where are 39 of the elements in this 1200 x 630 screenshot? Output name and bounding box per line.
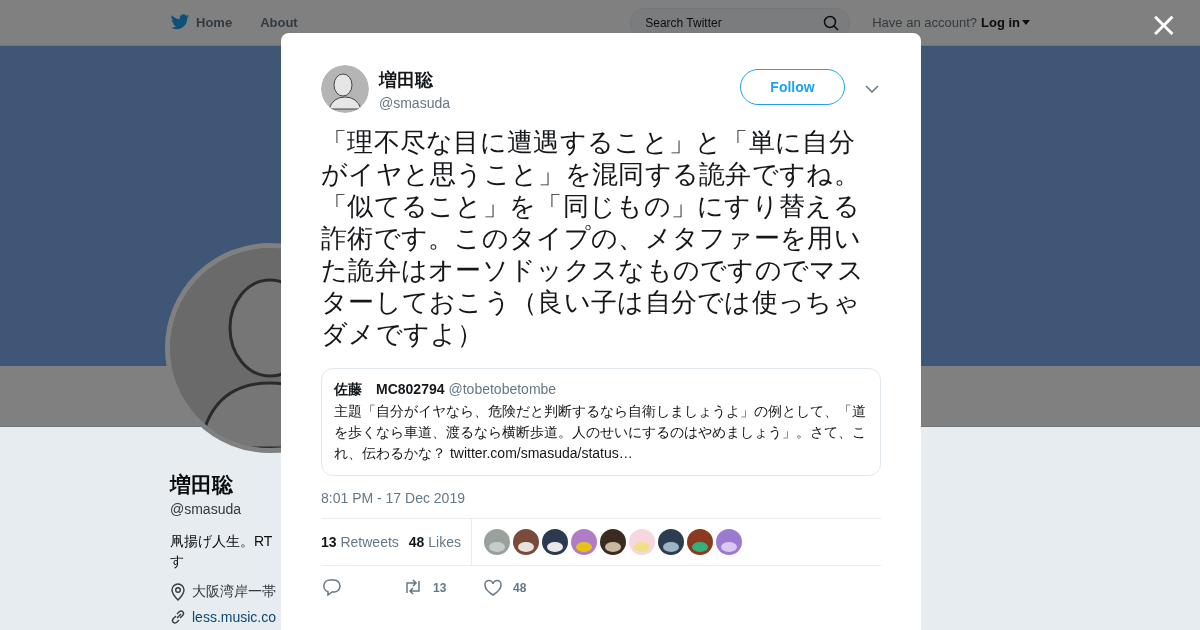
profile-bio: 凧揚げ人生。RT: [170, 532, 273, 551]
nav-link[interactable]: About: [260, 15, 298, 30]
heart-icon: [483, 578, 503, 597]
avatar[interactable]: [321, 65, 369, 113]
location-pin-icon: [170, 583, 186, 601]
avatar[interactable]: [600, 529, 626, 555]
nav-link[interactable]: Home: [170, 14, 233, 31]
quoted-tweet[interactable]: 佐藤 MC802794 @tobetobetombe 主題「自分がイヤなら、危険だと判断するなら自衛しましょうよ」の例として、「道を歩くなら車道、渡るなら横断歩道。人のせいにするのはやめましょう」。さて、これ、伝わるかな？ twitter.com/smasuda/status…: [321, 368, 881, 476]
author-handle[interactable]: @smasuda: [379, 94, 451, 111]
author-name[interactable]: 増田聡: [379, 67, 433, 92]
link-icon: [170, 609, 186, 625]
profile-handle: @smasuda: [170, 501, 242, 517]
follow-button[interactable]: Follow: [740, 69, 845, 105]
tweet-timestamp: 8:01 PM - 17 Dec 2019: [321, 490, 466, 506]
stat-link[interactable]: 48 Likes: [408, 534, 461, 550]
like-button[interactable]: 48: [483, 578, 563, 597]
profile-name: 増田聡: [170, 472, 233, 498]
account-prompt: Have an account?: [872, 15, 977, 30]
profile-bio: す: [170, 552, 185, 571]
avatar[interactable]: [513, 529, 539, 555]
quoted-author-name: 佐藤 MC802794: [334, 381, 445, 399]
tweet-text: 「理不尽な目に遭遇すること」と「単に自分がイヤと思うこと」を混同する詭弁ですね。「似てること」を「同じもの」にすり替える詐術です。このタイプの、メタファーを用いた詭弁はオーソドックスなものですのでマスターしておこう（良い子は自分では使っちゃダメですよ）: [321, 126, 865, 350]
close-button[interactable]: ×: [1149, 6, 1178, 42]
reply-icon: [323, 578, 343, 597]
avatar[interactable]: [687, 529, 713, 555]
login-link[interactable]: Log in: [981, 15, 1030, 30]
retweet-button[interactable]: 13: [403, 578, 483, 597]
retweet-icon: [403, 578, 423, 597]
avatar[interactable]: [658, 529, 684, 555]
profile-link[interactable]: less.music.co: [192, 609, 277, 625]
bird-icon: [170, 14, 190, 31]
quoted-tweet-text: 主題「自分がイヤなら、危険だと判断するなら自衛しましょうよ」の例として、「道を歩くなら車道、渡るなら横断歩道。人のせいにするのはやめましょう」。さて、これ、伝わるかな？ twitter.com/smasuda/status…: [334, 402, 867, 463]
profile-location: 大阪湾岸一帯: [192, 583, 276, 601]
quoted-author-handle: @tobetobetombe: [448, 381, 557, 397]
avatar[interactable]: [542, 529, 568, 555]
search-icon: [823, 14, 840, 31]
caret-icon: [1022, 20, 1030, 25]
chevron-down-icon[interactable]: [865, 85, 879, 93]
stat-link[interactable]: 13 Retweets: [321, 534, 399, 550]
